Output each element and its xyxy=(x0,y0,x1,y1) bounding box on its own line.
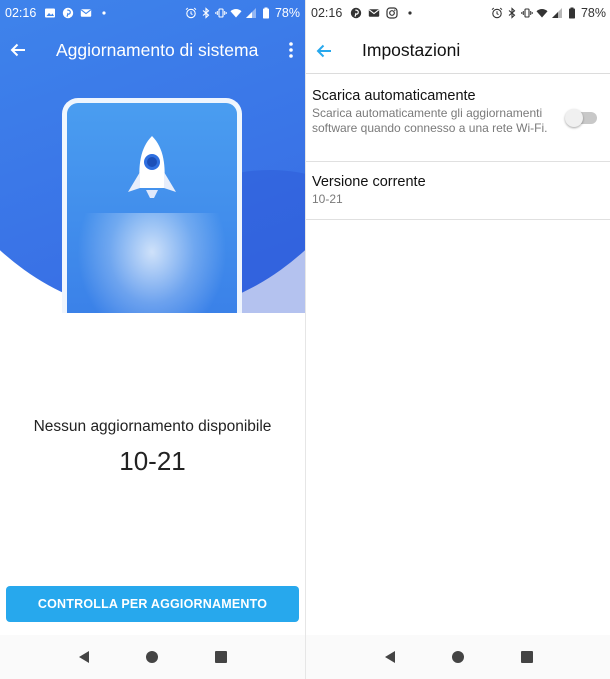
back-nav-icon xyxy=(79,651,90,663)
auto-download-setting[interactable]: Scarica automaticamente Scarica automati… xyxy=(306,76,610,162)
home-nav-button[interactable] xyxy=(142,647,162,667)
recents-nav-button[interactable] xyxy=(517,647,537,667)
recents-nav-icon xyxy=(520,651,533,663)
back-nav-button[interactable] xyxy=(380,647,400,667)
more-options-button[interactable] xyxy=(279,28,303,72)
pinterest-icon xyxy=(350,7,362,19)
bluetooth-icon xyxy=(506,7,518,19)
status-time: 02:16 xyxy=(5,6,37,20)
battery-percent: 78% xyxy=(274,6,300,20)
auto-download-toggle[interactable] xyxy=(565,109,597,127)
navigation-bar xyxy=(0,635,305,679)
vibrate-icon xyxy=(521,7,533,19)
battery-percent: 78% xyxy=(580,6,606,20)
alarm-icon xyxy=(185,7,197,19)
bluetooth-icon xyxy=(200,7,212,19)
arrow-back-icon xyxy=(10,43,25,57)
dot-icon xyxy=(98,7,110,19)
app-bar: Impostazioni xyxy=(306,28,610,74)
wifi-icon xyxy=(536,7,548,19)
instagram-icon xyxy=(386,7,398,19)
battery-icon xyxy=(260,7,272,19)
current-version-label: 10-21 xyxy=(119,446,186,476)
back-nav-icon xyxy=(385,651,396,663)
back-button[interactable] xyxy=(306,29,342,73)
navigation-bar xyxy=(306,635,610,679)
check-for-update-button[interactable]: CONTROLLA PER AGGIORNAMENTO xyxy=(6,586,299,622)
recents-nav-button[interactable] xyxy=(211,647,231,667)
vibrate-icon xyxy=(215,7,227,19)
more-vert-icon xyxy=(289,42,293,58)
signal-icon xyxy=(551,7,563,19)
page-title: Aggiornamento di sistema xyxy=(56,39,259,60)
setting-description: Scarica automaticamente gli aggiornament… xyxy=(312,106,548,135)
alarm-icon xyxy=(491,7,503,19)
setting-value: 10-21 xyxy=(312,192,343,206)
setting-label: Scarica automaticamente xyxy=(312,88,476,104)
setting-label: Versione corrente xyxy=(312,174,426,190)
wifi-icon xyxy=(230,7,242,19)
status-time: 02:16 xyxy=(311,6,343,20)
mail-icon xyxy=(368,7,380,19)
toggle-thumb xyxy=(565,109,583,127)
current-version-setting: Versione corrente 10-21 xyxy=(306,162,610,220)
update-status-message: Nessun aggiornamento disponibile xyxy=(33,418,272,435)
dot-icon xyxy=(404,7,416,19)
signal-icon xyxy=(245,7,257,19)
status-bar: 02:16 78% xyxy=(306,0,610,26)
image-icon xyxy=(44,7,56,19)
system-update-screen: 02:16 78% Aggiornamento di sistema Nessu… xyxy=(0,0,305,679)
app-bar: Aggiornamento di sistema xyxy=(0,28,305,72)
pinterest-icon xyxy=(62,7,74,19)
rocket-trail xyxy=(77,213,227,313)
mail-icon xyxy=(80,7,92,19)
recents-nav-icon xyxy=(214,651,227,663)
home-nav-icon xyxy=(146,651,159,663)
rocket-icon xyxy=(128,136,176,198)
home-nav-button[interactable] xyxy=(448,647,468,667)
status-bar: 02:16 78% xyxy=(0,0,305,26)
battery-icon xyxy=(566,7,578,19)
settings-screen: 02:16 78% Impostazioni Scarica automatic… xyxy=(305,0,610,679)
arrow-back-icon xyxy=(316,44,331,57)
back-nav-button[interactable] xyxy=(74,647,94,667)
back-button[interactable] xyxy=(0,28,36,72)
page-title: Impostazioni xyxy=(362,40,461,60)
home-nav-icon xyxy=(452,651,465,663)
